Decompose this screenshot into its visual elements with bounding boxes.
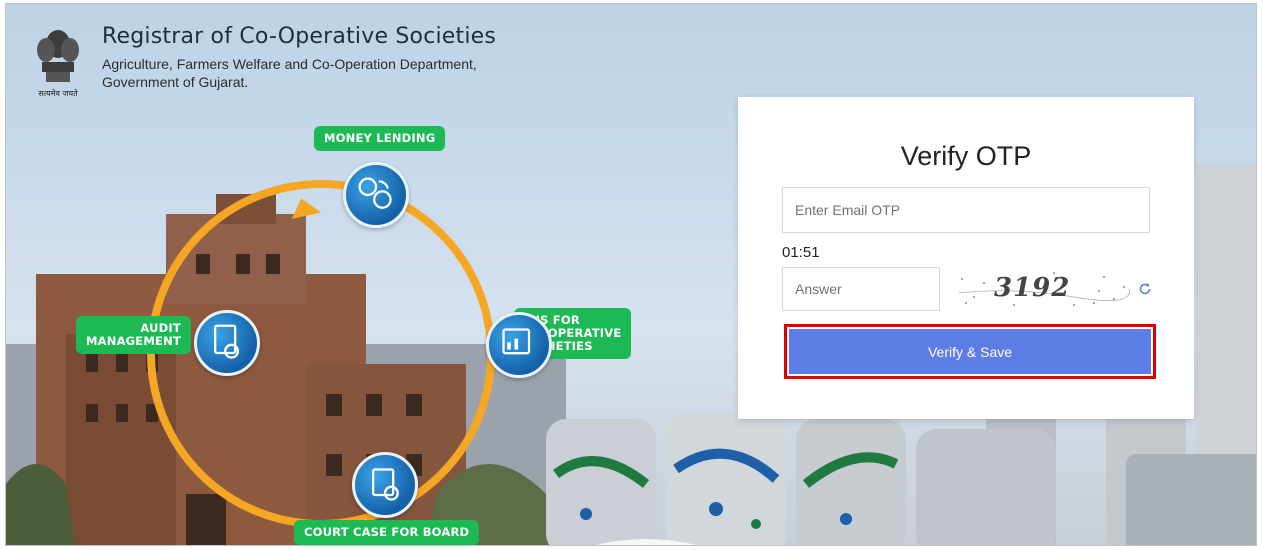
department-line: Agriculture, Farmers Welfare and Co-Oper…	[102, 56, 477, 72]
card-title: Verify OTP	[900, 141, 1032, 171]
svg-text:सत्यमेव जयते: सत्यमेव जयते	[38, 88, 78, 98]
money-lending-icon	[343, 162, 409, 228]
captcha-text: 3192	[994, 273, 1071, 303]
services-cycle: MONEY LENDING AUDIT MANAGEMENT MIS FOR CO-…	[66, 114, 706, 545]
captcha-image: 3192	[954, 269, 1134, 309]
audit-management-label: AUDIT MANAGEMENT	[76, 316, 191, 354]
verify-otp-card: Verify OTP 01:51 3192 Verify & Save	[738, 97, 1194, 419]
ashoka-emblem-icon: सत्यमेव जयते	[37, 30, 79, 98]
site-branding: सत्यमेव जयते Registrar of Co-Operative S…	[32, 24, 496, 102]
site-title: Registrar of Co-Operative Societies	[102, 24, 497, 49]
money-lending-label: MONEY LENDING	[314, 126, 446, 151]
government-line: Government of Gujarat.	[102, 74, 249, 90]
verify-save-button[interactable]: Verify & Save	[789, 329, 1151, 374]
audit-icon	[194, 310, 260, 376]
captcha-answer-input[interactable]	[782, 267, 940, 311]
email-otp-input[interactable]	[782, 187, 1150, 233]
court-case-label: COURT CASE FOR BOARD	[294, 520, 480, 545]
otp-timer: 01:51	[782, 244, 820, 261]
mis-icon	[486, 312, 552, 378]
refresh-icon[interactable]	[1138, 282, 1152, 296]
page-frame: सत्यमेव जयते Registrar of Co-Operative S…	[5, 3, 1257, 546]
court-case-icon	[352, 452, 418, 518]
